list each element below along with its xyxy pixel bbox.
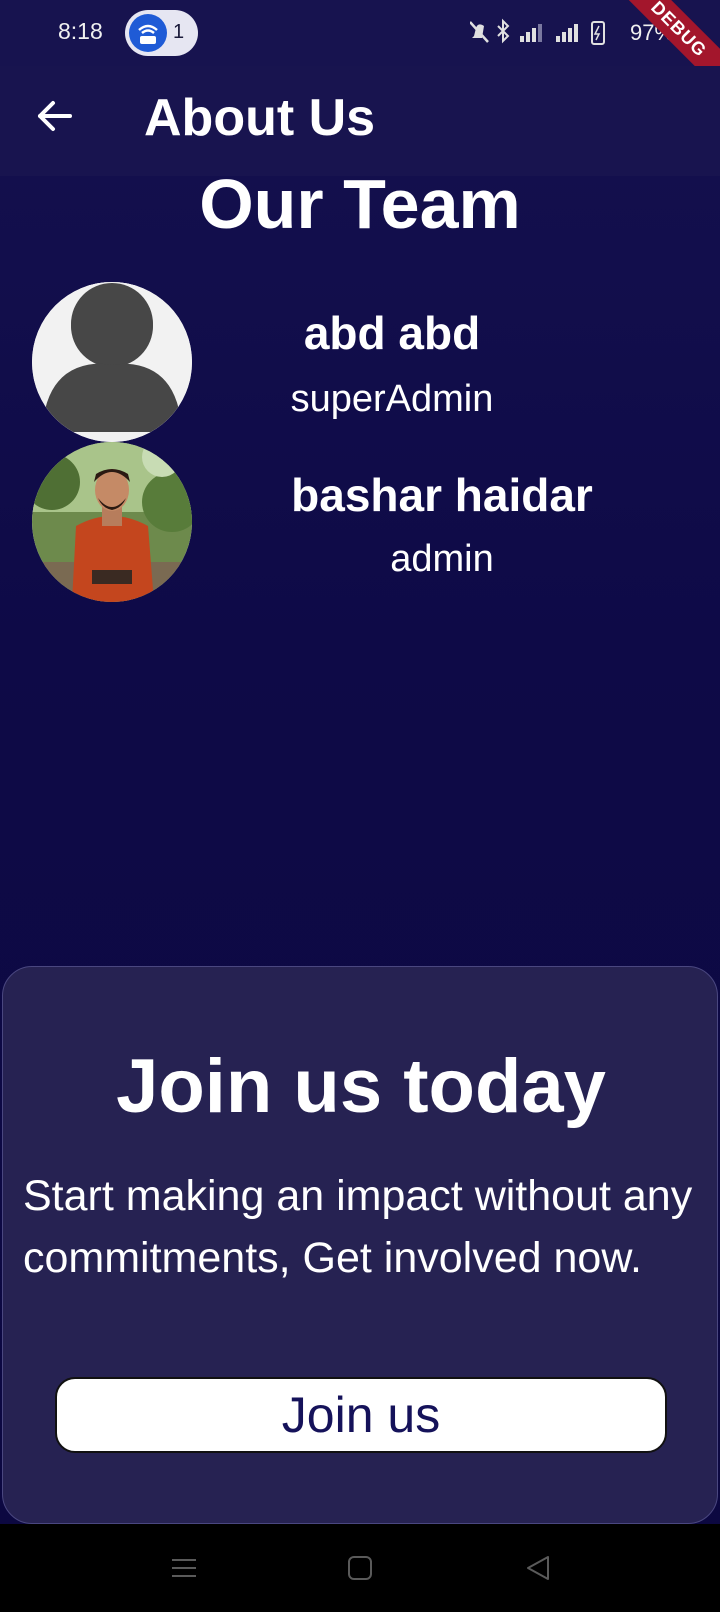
bluetooth-icon: [497, 18, 510, 44]
member-name: bashar haidar: [291, 469, 593, 521]
back-icon[interactable]: [522, 1552, 554, 1584]
status-bar: 8:18 1 97% DEBUG: [0, 0, 720, 100]
person-photo-avatar: [32, 442, 192, 602]
signal-icon: [520, 24, 578, 42]
battery-icon: [591, 21, 605, 45]
page-title: About Us: [144, 89, 376, 147]
team-member: bashar haidar admin: [32, 442, 692, 602]
system-navigation-bar: [0, 1524, 720, 1612]
back-button[interactable]: [28, 88, 84, 144]
about-us-screen: 8:18 1 97% DEBUG About Us Our Team abd a…: [0, 0, 720, 1612]
hotspot-count: 1: [173, 21, 185, 43]
home-icon[interactable]: [344, 1552, 376, 1584]
mute-icon: [469, 21, 489, 43]
member-role: superAdmin: [290, 378, 494, 420]
hotspot-indicator[interactable]: 1: [125, 10, 198, 56]
app-bar: About Us: [0, 66, 720, 176]
member-role: admin: [390, 538, 494, 580]
join-us-button[interactable]: Join us: [55, 1377, 667, 1453]
status-time: 8:18: [58, 18, 103, 44]
join-card: Join us today Start making an impact wit…: [2, 966, 718, 1524]
wifi-hotspot-icon: [129, 14, 167, 52]
team-heading: Our Team: [199, 165, 521, 243]
menu-icon[interactable]: [168, 1552, 200, 1584]
arrow-left-icon: [38, 101, 72, 131]
join-title: Join us today: [116, 1044, 606, 1129]
team-member: abd abd superAdmin: [32, 282, 692, 442]
join-description: Start making an impact without any commi…: [23, 1172, 693, 1282]
member-name: abd abd: [303, 307, 481, 359]
